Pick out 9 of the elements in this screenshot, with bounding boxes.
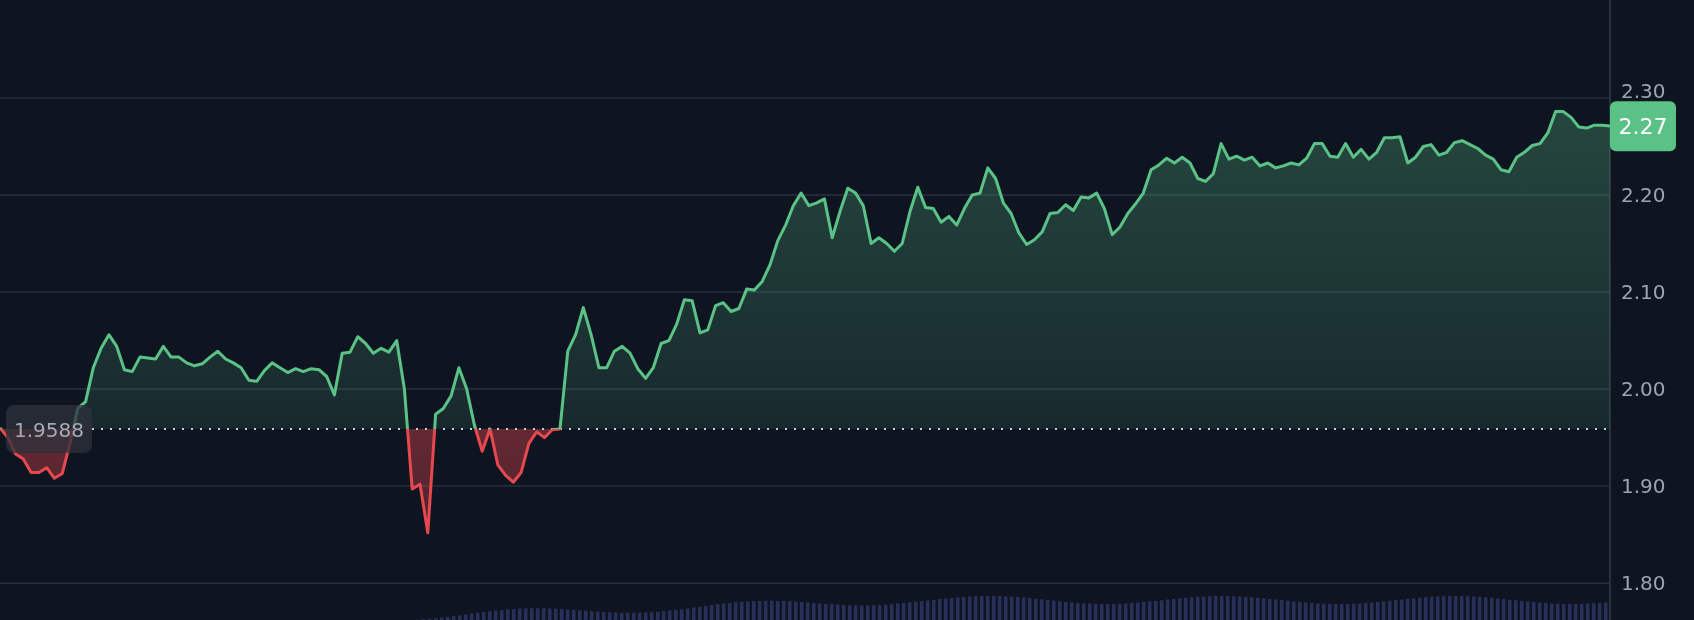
axis-label: 2.10 [1621,280,1666,305]
axis-label: 1.80 [1621,571,1666,596]
baseline-value-label: 1.9588 [6,405,92,454]
axis-label: 2.20 [1621,183,1666,207]
ref-line-label: 1.9588 [14,418,84,443]
axis-label: 2.30 [1621,79,1666,104]
price-badge: 2.27 [1610,101,1676,152]
axis-label: 1.90 [1621,474,1666,499]
axis-label: 2.00 [1621,377,1666,402]
